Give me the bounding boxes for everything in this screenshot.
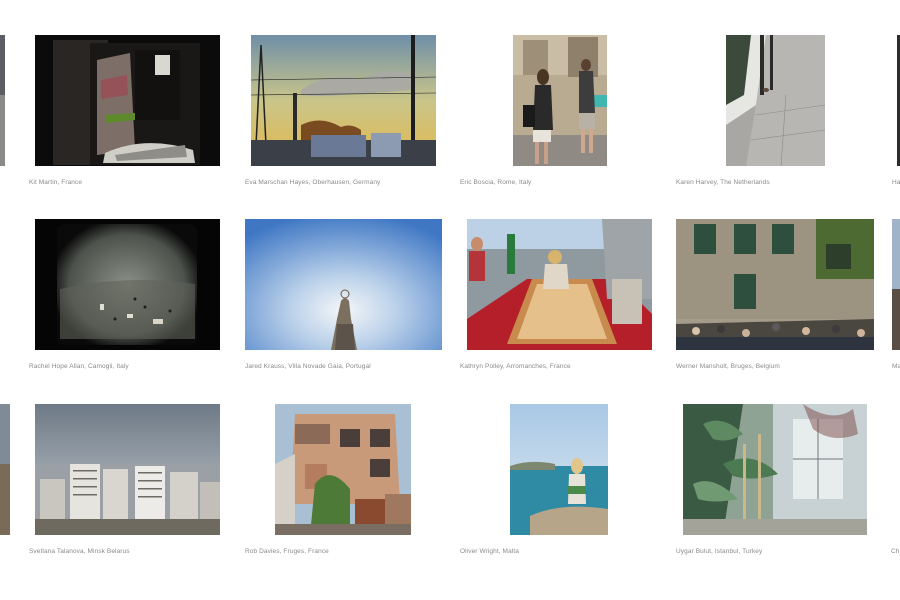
caption-edge-right-row2: Ma bbox=[892, 363, 900, 370]
photo-rob-davies[interactable] bbox=[275, 404, 411, 535]
photo-jared-krauss[interactable] bbox=[245, 219, 442, 350]
caption-rachel-hope-allan: Rachel Hope Allan, Camogli, Italy bbox=[29, 363, 129, 370]
caption-edge-right-row1: Ha bbox=[892, 179, 900, 186]
caption-werner-mansholt: Werner Mansholt, Bruges, Belgium bbox=[676, 363, 780, 370]
caption-rob-davies: Rob Davies, Fruges, France bbox=[245, 548, 329, 555]
photo-rachel-hope-allan[interactable] bbox=[35, 219, 220, 350]
caption-kit-martin: Kit Martin, France bbox=[29, 179, 83, 186]
photo-edge-right-row2[interactable] bbox=[892, 219, 900, 350]
caption-kathryn-polley: Kathryn Polley, Arromanches, France bbox=[460, 363, 571, 370]
photo-edge-left-row1[interactable] bbox=[0, 35, 5, 166]
photo-uygar-bulut[interactable] bbox=[683, 404, 867, 535]
caption-uygar-bulut: Uygar Bulut, Istanbul, Turkey bbox=[676, 548, 763, 555]
photo-svetlana-talanova[interactable] bbox=[35, 404, 220, 535]
caption-eric-boscia: Eric Boscia, Rome, Italy bbox=[460, 179, 532, 186]
photo-eva-marschan-hayes[interactable] bbox=[251, 35, 436, 166]
photo-eric-boscia[interactable] bbox=[513, 35, 607, 166]
caption-jared-krauss: Jared Krauss, Villa Novade Gaia, Portuga… bbox=[245, 363, 371, 370]
caption-edge-right-row3: Ch bbox=[891, 548, 900, 555]
caption-eva-marschan-hayes: Eva Marschan Hayes, Oberhausen, Germany bbox=[245, 179, 381, 186]
caption-svetlana-talanova: Svetlana Talanova, Minsk Belarus bbox=[29, 548, 130, 555]
photo-kit-martin[interactable] bbox=[35, 35, 220, 166]
photo-kathryn-polley[interactable] bbox=[467, 219, 652, 350]
caption-oliver-wright: Oliver Wright, Malta bbox=[460, 548, 519, 555]
caption-karen-harvey: Karen Harvey, The Netherlands bbox=[676, 179, 770, 186]
photo-karen-harvey[interactable] bbox=[726, 35, 825, 166]
photo-edge-left-row3[interactable] bbox=[0, 404, 10, 535]
photo-oliver-wright[interactable] bbox=[510, 404, 608, 535]
photo-werner-mansholt[interactable] bbox=[676, 219, 874, 350]
